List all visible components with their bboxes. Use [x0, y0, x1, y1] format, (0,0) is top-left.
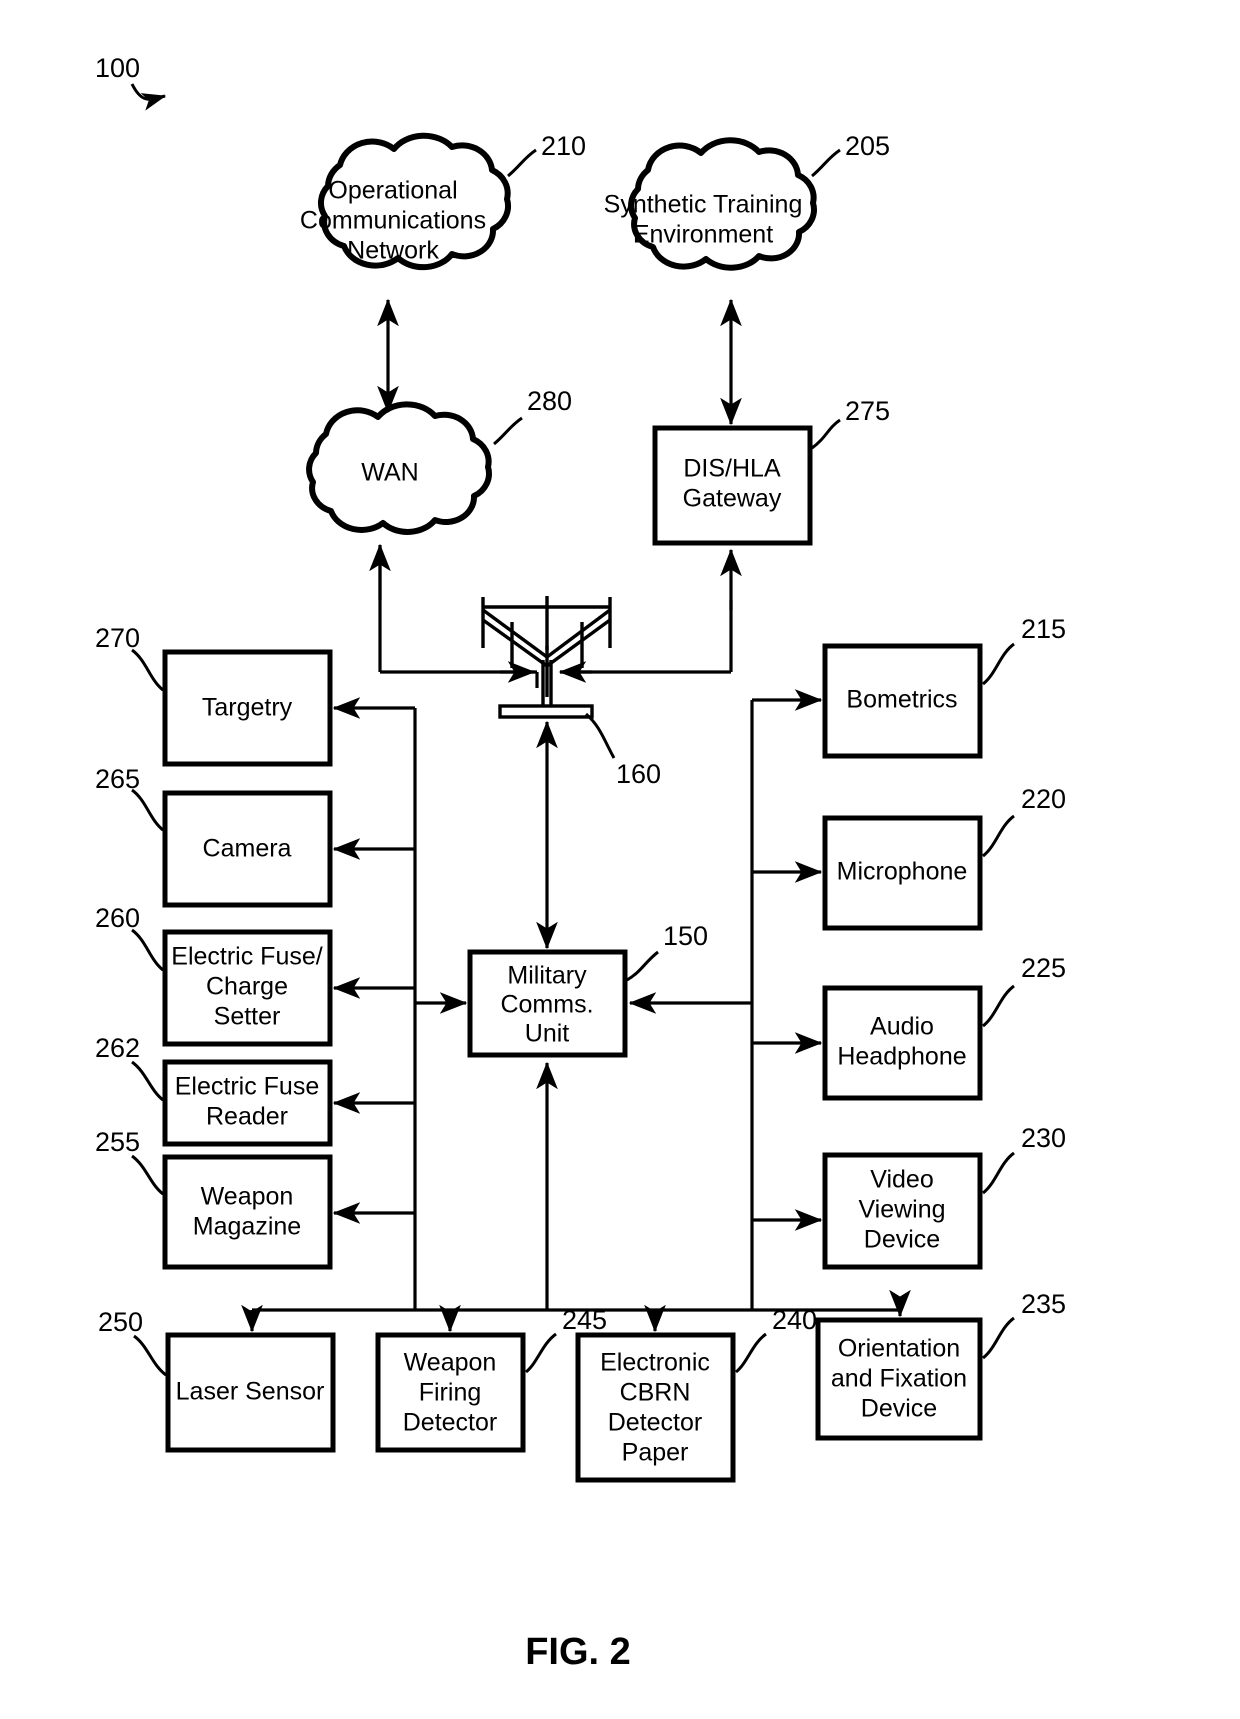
leader-150: [626, 950, 659, 982]
label-operational-communications-network-line1: Operational: [328, 177, 457, 205]
label-electric-fuse-reader-line2: Reader: [206, 1103, 288, 1131]
label-weapon-magazine-line2: Magazine: [193, 1213, 301, 1241]
leader-245: [524, 1332, 557, 1374]
figure-page: 100 Operational Communications Network 2…: [0, 0, 1240, 1719]
ref-265: 265: [95, 764, 140, 794]
leader-265: [131, 788, 164, 832]
ref-230: 230: [1021, 1123, 1066, 1153]
ref-220: 220: [1021, 784, 1066, 814]
label-military-comms-unit-line2: Comms.: [500, 991, 593, 1019]
label-electronic-cbrn-detector-paper-line4: Paper: [622, 1439, 689, 1467]
ref-260: 260: [95, 903, 140, 933]
label-dis-hla-gateway-line2: Gateway: [683, 485, 782, 513]
label-video-viewing-device-line2: Viewing: [858, 1196, 945, 1224]
label-orientation-and-fixation-device-line3: Device: [861, 1395, 937, 1423]
label-synthetic-training-environment-line1: Synthetic Training: [604, 191, 803, 219]
ref-275: 275: [845, 396, 890, 426]
leader-250: [133, 1334, 167, 1377]
leader-260: [131, 928, 164, 972]
ref-240: 240: [772, 1305, 817, 1335]
label-wan: WAN: [361, 459, 418, 487]
label-targetry: Targetry: [202, 694, 293, 722]
leader-230: [982, 1151, 1015, 1195]
label-military-comms-unit-line1: Military: [507, 962, 587, 990]
label-electric-fuse-reader-line1: Electric Fuse: [175, 1073, 319, 1101]
ref-255: 255: [95, 1127, 140, 1157]
label-military-comms-unit-line3: Unit: [525, 1020, 570, 1048]
leader-210: [507, 148, 537, 178]
label-synthetic-training-environment-line2: Environment: [633, 221, 773, 249]
label-video-viewing-device-line3: Device: [864, 1226, 940, 1254]
block-diagram: 100 Operational Communications Network 2…: [95, 53, 1066, 1673]
label-dis-hla-gateway-line1: DIS/HLA: [683, 455, 781, 483]
label-orientation-and-fixation-device-line2: and Fixation: [831, 1365, 967, 1393]
antenna-icon: [481, 596, 612, 719]
label-electric-fuse-charge-setter-line3: Setter: [214, 1003, 281, 1031]
ref-225: 225: [1021, 953, 1066, 983]
leader-275: [811, 418, 841, 450]
ref-245: 245: [562, 1305, 607, 1335]
label-electric-fuse-charge-setter-line2: Charge: [206, 973, 288, 1001]
ref-150: 150: [663, 921, 708, 951]
ref-235: 235: [1021, 1289, 1066, 1319]
label-audio-headphone-line2: Headphone: [837, 1043, 966, 1071]
ref-280: 280: [527, 386, 572, 416]
leader-240: [734, 1332, 767, 1374]
leader-270: [131, 648, 164, 692]
label-bometrics: Bometrics: [846, 686, 957, 714]
label-video-viewing-device-line1: Video: [870, 1166, 934, 1194]
label-operational-communications-network-line3: Network: [347, 237, 439, 265]
system-ref-100-leader: [130, 83, 167, 111]
ref-210: 210: [541, 131, 586, 161]
leader-215: [982, 642, 1015, 686]
ref-262: 262: [95, 1033, 140, 1063]
leader-220: [982, 814, 1015, 858]
label-electric-fuse-charge-setter-line1: Electric Fuse/: [171, 943, 322, 971]
label-weapon-firing-detector-line3: Detector: [403, 1409, 497, 1437]
label-audio-headphone-line1: Audio: [870, 1013, 934, 1041]
leader-160: [585, 712, 616, 759]
ref-205: 205: [845, 131, 890, 161]
label-operational-communications-network-line2: Communications: [300, 207, 486, 235]
ref-160: 160: [616, 759, 661, 789]
leader-225: [982, 984, 1015, 1028]
leader-255: [131, 1154, 164, 1196]
ref-215: 215: [1021, 614, 1066, 644]
label-orientation-and-fixation-device-line1: Orientation: [838, 1335, 960, 1363]
leader-262: [131, 1060, 164, 1102]
label-camera: Camera: [203, 835, 292, 863]
leader-205: [811, 148, 841, 178]
label-weapon-magazine-line1: Weapon: [201, 1183, 294, 1211]
label-electronic-cbrn-detector-paper-line3: Detector: [608, 1409, 702, 1437]
label-weapon-firing-detector-line1: Weapon: [404, 1349, 497, 1377]
label-weapon-firing-detector-line2: Firing: [419, 1379, 482, 1407]
ref-250: 250: [98, 1307, 143, 1337]
label-microphone: Microphone: [837, 858, 968, 886]
leader-280: [493, 416, 523, 446]
figure-caption: FIG. 2: [525, 1631, 631, 1673]
ref-270: 270: [95, 623, 140, 653]
ref-100: 100: [95, 53, 140, 83]
label-laser-sensor: Laser Sensor: [176, 1378, 325, 1406]
label-electronic-cbrn-detector-paper-line2: CBRN: [620, 1379, 691, 1407]
label-electronic-cbrn-detector-paper-line1: Electronic: [600, 1349, 710, 1377]
leader-235: [982, 1316, 1015, 1360]
